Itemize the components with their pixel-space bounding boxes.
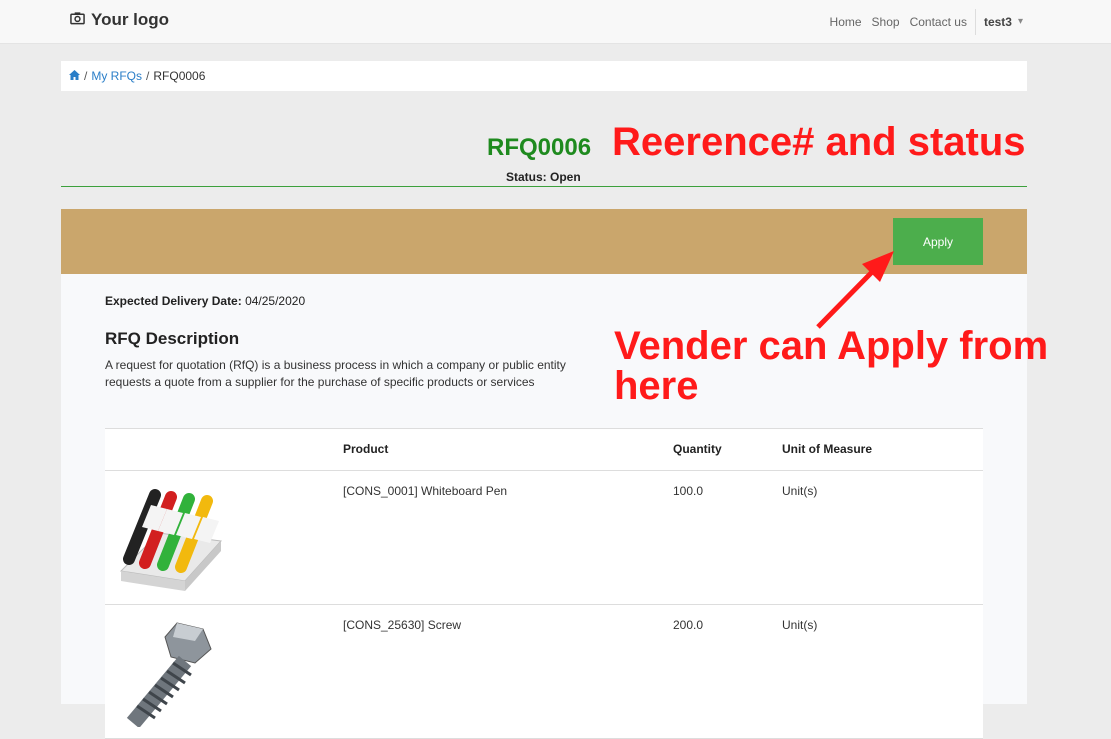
annotation-arrow-icon [816,251,894,329]
breadcrumb: / My RFQs / RFQ0006 [61,61,1027,91]
description-title: RFQ Description [105,329,240,348]
header-uom: Unit of Measure [782,442,873,456]
expected-delivery: Expected Delivery Date: 04/25/2020 [105,294,305,308]
annotation-reference-status: Reerence# and status [612,120,1026,164]
header-product: Product [343,442,389,456]
nav-menu: Home Shop Contact us test3 ▾ [820,0,1023,43]
delivery-date: 04/25/2020 [241,294,306,308]
table-row: [CONS_25630] Screw 200.0 Unit(s) [105,605,983,739]
table-header: Product Quantity Unit of Measure [105,428,983,471]
site-logo[interactable]: Your logo [70,10,169,30]
home-icon[interactable] [69,69,80,83]
header-quantity: Quantity [673,442,722,456]
dropdown-caret-icon[interactable]: ▾ [1018,16,1023,27]
product-name[interactable]: [CONS_25630] Screw [343,618,461,632]
product-uom: Unit(s) [782,484,818,498]
delivery-label: Expected Delivery Date: [105,294,242,308]
logo-text: Your logo [91,10,170,29]
nav-divider [974,8,976,35]
breadcrumb-my-rfqs[interactable]: My RFQs [91,69,142,83]
rfq-number: RFQ0006 [487,134,592,161]
screw-image [115,615,227,729]
product-quantity: 200.0 [673,618,704,632]
apply-button[interactable]: Apply [893,218,983,265]
annotation-apply: Vender can Apply from here [614,324,1049,408]
rfq-status: Status: Open [506,170,581,184]
breadcrumb-separator: / [84,69,88,83]
product-quantity: 100.0 [673,484,704,498]
breadcrumb-separator: / [146,69,150,83]
whiteboard-pen-image [115,481,227,593]
description-text: A request for quotation (RfQ) is a busin… [105,358,566,389]
product-name[interactable]: [CONS_0001] Whiteboard Pen [343,484,507,498]
camera-icon [70,10,85,30]
breadcrumb-current: RFQ0006 [153,69,206,83]
product-uom: Unit(s) [782,618,818,632]
table-row: [CONS_0001] Whiteboard Pen 100.0 Unit(s) [105,471,983,605]
product-table: Product Quantity Unit of Measure [CONS_0… [105,428,983,739]
nav-home-link[interactable]: Home [830,15,862,29]
user-menu[interactable]: test3 [984,15,1012,29]
top-navbar: Your logo Home Shop Contact us test3 ▾ [0,0,1111,44]
nav-shop-link[interactable]: Shop [872,15,900,29]
title-divider [61,186,1027,187]
nav-contact-link[interactable]: Contact us [910,15,967,29]
